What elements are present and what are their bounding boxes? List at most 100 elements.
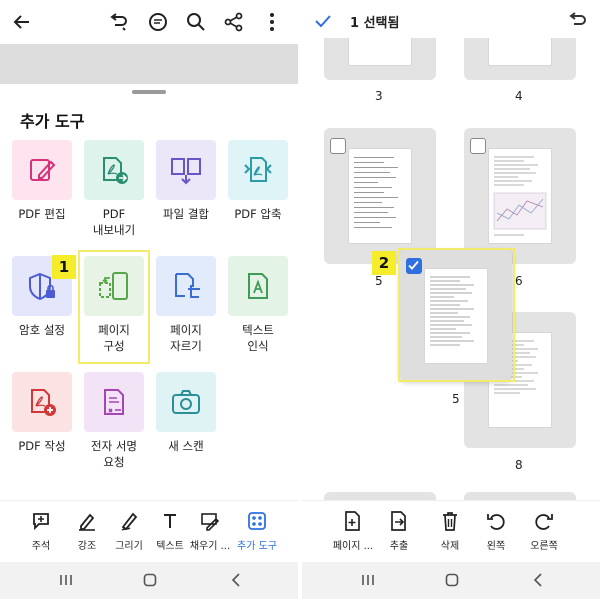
more-tools-icon xyxy=(234,509,280,533)
tool-label: 전자 서명 요청 xyxy=(91,439,137,469)
system-nav-bar xyxy=(302,562,600,599)
crop-page-icon xyxy=(156,256,216,316)
text-line xyxy=(354,167,398,168)
text-line xyxy=(354,212,388,213)
action-extract[interactable]: 추출 xyxy=(376,509,422,552)
dimmed-document-area xyxy=(0,44,298,84)
system-nav-bar xyxy=(0,562,298,599)
tool-crop-page[interactable]: 페이지 자르기 xyxy=(150,256,222,354)
page-checkbox[interactable] xyxy=(470,138,486,154)
step-badge-2: 2 xyxy=(372,251,396,275)
page-paper xyxy=(488,38,552,66)
pdf-export-icon xyxy=(84,140,144,200)
page-thumb-partial xyxy=(324,492,436,500)
camera-icon xyxy=(156,372,216,432)
tool-label: PDF 압축 xyxy=(234,207,282,221)
tool-label: PDF 내보내기 xyxy=(92,207,136,237)
checkmark-icon[interactable] xyxy=(314,12,332,34)
comment-add-icon xyxy=(18,509,64,533)
text-line xyxy=(354,207,394,208)
home-icon[interactable] xyxy=(442,570,462,590)
page-paper xyxy=(348,38,412,66)
right-screen: 1 선택됨 3 4 5 6 8 2 5 페이지 ... 추출 삭제 왼쪽 오른쪽 xyxy=(302,0,600,599)
page-number: 5 xyxy=(375,274,383,288)
undo-icon[interactable] xyxy=(106,10,130,34)
text-line xyxy=(354,197,398,198)
tool-pdf-compress[interactable]: PDF 압축 xyxy=(222,140,294,222)
comment-icon[interactable] xyxy=(146,10,170,34)
page-actions-toolbar: 페이지 ... 추출 삭제 왼쪽 오른쪽 xyxy=(302,500,600,560)
pdf-create-icon xyxy=(12,372,72,432)
text-line xyxy=(354,222,380,223)
page-number: 4 xyxy=(515,89,523,103)
page-thumb-partial xyxy=(464,492,576,500)
highlight-box-2 xyxy=(398,248,515,382)
action-rotate-right[interactable]: 오른쪽 xyxy=(521,509,567,552)
tool-file-combine[interactable]: 파일 결합 xyxy=(150,140,222,222)
recent-apps-icon[interactable] xyxy=(56,570,76,590)
text-line xyxy=(354,177,396,178)
tool-label: PDF 편집 xyxy=(18,207,66,221)
tool-camera[interactable]: 새 스캔 xyxy=(150,372,222,454)
recent-apps-icon[interactable] xyxy=(358,570,378,590)
nav-back-icon[interactable] xyxy=(226,570,246,590)
text-line xyxy=(354,217,396,218)
page-thumb-4[interactable] xyxy=(464,38,576,80)
action-rotate-left[interactable]: 왼쪽 xyxy=(473,509,519,552)
delete-icon xyxy=(427,509,473,533)
undo-icon[interactable] xyxy=(566,10,588,36)
action-delete[interactable]: 삭제 xyxy=(427,509,473,552)
text-line xyxy=(354,202,382,203)
tool-highlight[interactable]: 강조 xyxy=(64,509,110,552)
tool-pdf-create[interactable]: PDF 작성 xyxy=(6,372,78,454)
page-paper xyxy=(488,148,552,244)
extract-icon xyxy=(376,509,422,533)
tool-pdf-export[interactable]: PDF 내보내기 xyxy=(78,140,150,238)
text-line xyxy=(354,192,384,193)
more-vertical-icon[interactable] xyxy=(260,10,284,34)
tool-label: 새 스캔 xyxy=(168,439,204,453)
page-paper xyxy=(348,148,412,244)
action-insert-page[interactable]: 페이지 ... xyxy=(330,509,376,552)
rotate-left-icon xyxy=(473,509,519,533)
page-checkbox[interactable] xyxy=(330,138,346,154)
tool-comment[interactable]: 주석 xyxy=(18,509,64,552)
text-line xyxy=(354,187,392,188)
e-sign-icon xyxy=(84,372,144,432)
tool-more[interactable]: 추가 도구 xyxy=(234,509,280,552)
sheet-drag-handle[interactable] xyxy=(132,90,166,94)
text-line xyxy=(354,157,394,158)
tool-label: 페이지 자르기 xyxy=(170,323,202,353)
tool-e-sign[interactable]: 전자 서명 요청 xyxy=(78,372,150,470)
highlight-box-1 xyxy=(78,250,150,364)
tool-label: 텍스트 인식 xyxy=(242,323,274,353)
tool-label: 파일 결합 xyxy=(163,207,209,221)
page-number: 3 xyxy=(375,89,383,103)
selection-count: 1 선택됨 xyxy=(350,16,400,31)
home-icon[interactable] xyxy=(140,570,160,590)
page-thumb-3[interactable] xyxy=(324,38,436,80)
text-line xyxy=(354,162,384,163)
rotate-right-icon xyxy=(521,509,567,533)
text-line xyxy=(354,182,378,183)
tool-text-recognition[interactable]: 텍스트 인식 xyxy=(222,256,294,354)
search-icon[interactable] xyxy=(184,10,208,34)
tool-label: 암호 설정 xyxy=(19,323,65,337)
text-line xyxy=(354,227,392,228)
sheet-title: 추가 도구 xyxy=(20,112,85,131)
text-line xyxy=(354,172,390,173)
share-icon[interactable] xyxy=(222,10,246,34)
page-number: 6 xyxy=(515,274,523,288)
draw-icon xyxy=(106,509,152,533)
step-badge-1: 1 xyxy=(52,255,76,279)
tool-draw[interactable]: 그리기 xyxy=(106,509,152,552)
tool-fill-sign[interactable]: 채우기 ... xyxy=(187,509,233,552)
pdf-compress-icon xyxy=(228,140,288,200)
nav-back-icon[interactable] xyxy=(528,570,548,590)
tool-pdf-edit[interactable]: PDF 편집 xyxy=(6,140,78,222)
back-arrow-icon[interactable] xyxy=(10,10,34,34)
fill-sign-icon xyxy=(187,509,233,533)
text-recognition-icon xyxy=(228,256,288,316)
pdf-edit-icon xyxy=(12,140,72,200)
top-toolbar xyxy=(0,0,298,44)
